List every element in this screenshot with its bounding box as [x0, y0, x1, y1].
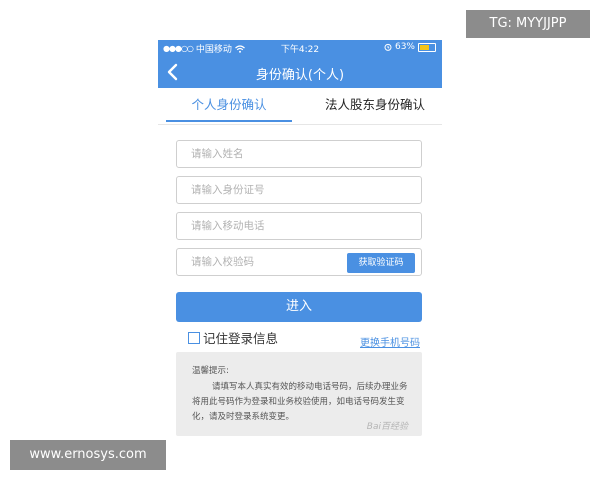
tab-personal-identity[interactable]: 个人身份确认 [166, 88, 292, 122]
tg-watermark: TG: MYYJJPP [466, 10, 590, 38]
tips-panel: 温馨提示: 请填写本人真实有效的移动电话号码，后续办理业务将用此号码作为登录和业… [176, 352, 422, 436]
get-code-button[interactable]: 获取验证码 [347, 253, 415, 273]
battery-icon [418, 42, 436, 52]
page-title: 身份确认(个人) [255, 68, 345, 83]
name-input[interactable] [177, 141, 421, 167]
status-bar: ●●●○○ 中国移动 下午4:22 63% [158, 40, 442, 56]
change-phone-link[interactable]: 更换手机号码 [360, 334, 420, 349]
remember-label: 记住登录信息 [203, 331, 279, 346]
site-watermark: www.ernosys.com [10, 440, 166, 470]
remember-login-toggle[interactable]: 记住登录信息 [188, 328, 278, 347]
phone-screen: ●●●○○ 中国移动 下午4:22 63% 身份确认(个人) 个人身份确认 法人… [158, 40, 442, 440]
id-number-input[interactable] [177, 177, 421, 203]
verification-code-input[interactable] [177, 249, 337, 275]
id-number-field [176, 176, 422, 204]
tab-bar: 个人身份确认 法人股东身份确认 [158, 88, 442, 125]
verification-code-field: 获取验证码 [176, 248, 422, 276]
tab-legal-shareholder-identity[interactable]: 法人股东身份确认 [308, 88, 442, 122]
tips-body: 请填写本人真实有效的移动电话号码，后续办理业务将用此号码作为登录和业务校验使用，… [192, 382, 408, 422]
active-tab-underline [166, 120, 292, 122]
remember-checkbox[interactable] [188, 331, 200, 344]
submit-button[interactable]: 进入 [176, 292, 422, 322]
phone-field [176, 212, 422, 240]
status-right: 63% [384, 42, 436, 52]
tips-title: 温馨提示: [192, 366, 229, 376]
phone-input[interactable] [177, 213, 421, 239]
name-field [176, 140, 422, 168]
battery-percent: 63% [394, 42, 415, 52]
alarm-icon [384, 43, 392, 51]
baidu-watermark: Bai百经验 [366, 422, 408, 432]
battery-fill [420, 44, 429, 50]
nav-bar: 身份确认(个人) [158, 56, 442, 88]
